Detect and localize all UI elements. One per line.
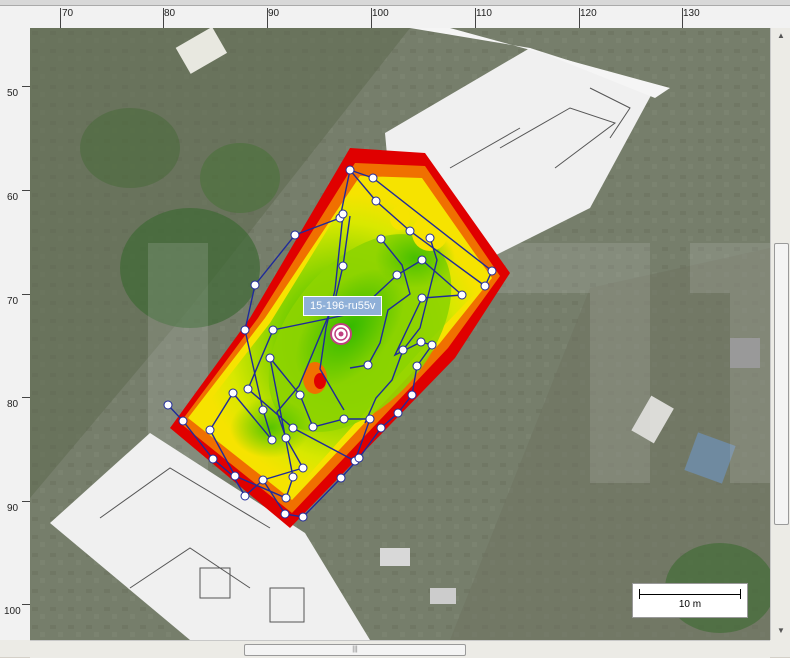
- vertical-ruler: 50 60 70 80 90 100: [0, 28, 31, 640]
- ruler-label: 90: [268, 8, 280, 19]
- access-point-marker[interactable]: [330, 323, 352, 345]
- ruler-label: 110: [476, 8, 492, 19]
- scroll-up-arrow-icon[interactable]: ▲: [775, 30, 787, 42]
- horizontal-scrollbar[interactable]: |||: [30, 640, 770, 658]
- scale-bar: 10 m: [632, 583, 748, 618]
- toolbar-strip: [0, 0, 790, 6]
- ruler-label: 100: [372, 8, 389, 19]
- horizontal-ruler: 70 80 90 100 110 120 130: [0, 0, 790, 29]
- scrollbar-filler: [0, 640, 30, 657]
- ruler-label: 50: [7, 88, 19, 99]
- access-point-label[interactable]: 15-196-ru55v: [303, 296, 383, 316]
- horizontal-scroll-thumb[interactable]: |||: [244, 644, 466, 656]
- vertical-scrollbar[interactable]: ▲ ▼: [770, 28, 790, 640]
- vertical-scroll-thumb[interactable]: [774, 243, 789, 525]
- tree: [80, 108, 180, 188]
- scale-bar-label: 10 m: [678, 599, 702, 610]
- scroll-down-arrow-icon[interactable]: ▼: [775, 625, 787, 637]
- site-survey-map: [30, 28, 770, 640]
- ruler-label: 130: [683, 8, 700, 19]
- ruler-label: 60: [7, 192, 19, 203]
- tree: [200, 143, 280, 213]
- ruler-label: 70: [62, 8, 74, 19]
- ruler-label: 80: [7, 399, 19, 410]
- ruler-label: 90: [7, 503, 19, 514]
- ruler-label: 80: [164, 8, 176, 19]
- ruler-label: 120: [580, 8, 597, 19]
- heatmap-canvas[interactable]: ✕: [30, 28, 770, 640]
- scrollbar-corner: [770, 640, 790, 657]
- ruler-label: 70: [7, 296, 19, 307]
- ruler-label: 100: [4, 606, 21, 617]
